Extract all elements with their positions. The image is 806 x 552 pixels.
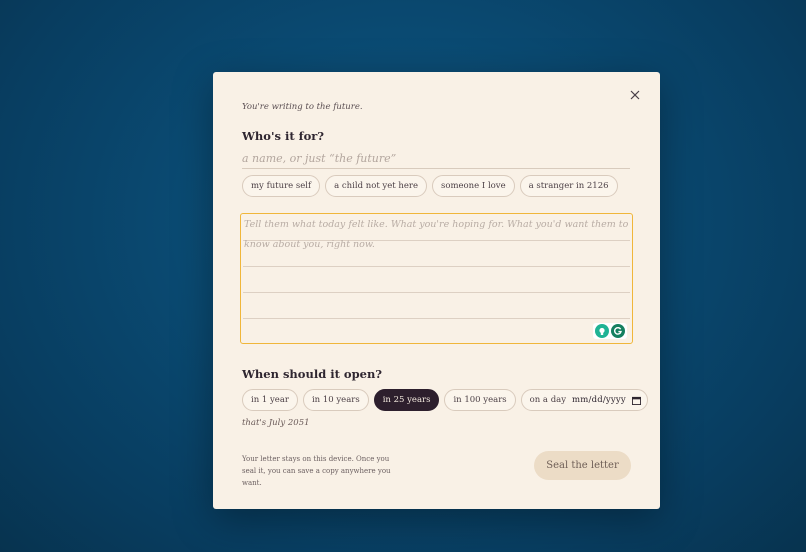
privacy-note: Your letter stays on this device. Once y… [242,455,391,487]
open-option-1-year[interactable]: in 1 year [242,389,298,411]
close-icon [630,90,640,100]
open-date-hint: that's July 2051 [242,418,310,428]
grammarly-widget[interactable] [593,323,627,339]
lightbulb-icon[interactable] [595,324,609,338]
letter-box [240,213,633,344]
seal-button[interactable]: Seal the letter [534,451,631,480]
recipient-input[interactable] [242,148,630,169]
suggestion-chip[interactable]: someone I love [431,175,515,197]
open-option-10-years[interactable]: in 10 years [302,389,369,411]
open-on-a-day[interactable]: on a day mm/dd/yyyy [520,389,648,411]
custom-date-label: on a day [529,395,566,405]
open-options: in 1 year in 10 years in 25 years in 100… [242,389,648,411]
grammarly-icon[interactable] [611,324,625,338]
recipient-heading: Who's it for? [242,129,325,143]
modal-eyebrow: You're writing to the future. [242,102,363,112]
open-option-25-years[interactable]: in 25 years [373,389,440,411]
date-input[interactable]: mm/dd/yyyy [572,395,626,405]
suggestion-chip[interactable]: a child not yet here [325,175,427,197]
open-option-100-years[interactable]: in 100 years [444,389,516,411]
close-button[interactable] [628,88,642,102]
calendar-icon[interactable] [631,396,641,405]
letter-modal: You're writing to the future. Who's it f… [213,72,660,509]
recipient-suggestions: my future self a child not yet here some… [242,175,618,197]
letter-textarea[interactable] [242,215,631,339]
open-heading: When should it open? [242,367,383,381]
suggestion-chip[interactable]: a stranger in 2126 [519,175,618,197]
suggestion-chip[interactable]: my future self [242,175,321,197]
